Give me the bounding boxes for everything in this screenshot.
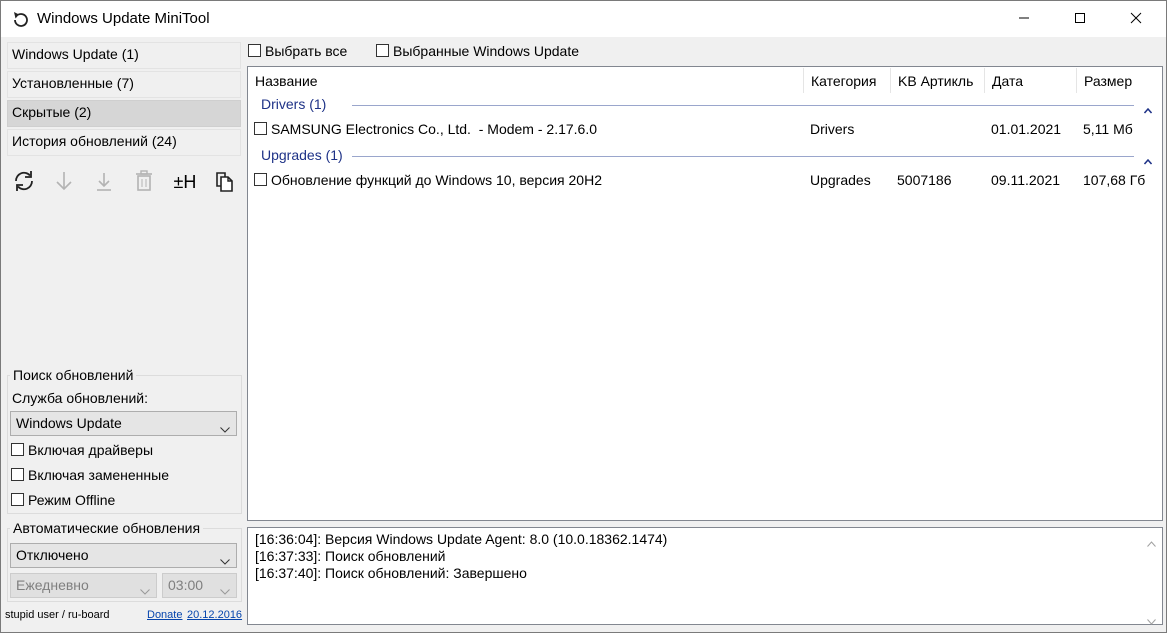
group-header-drivers[interactable]: Drivers (1) [261, 96, 326, 112]
author-text: stupid user / ru-board [5, 609, 110, 621]
service-select-value: Windows Update [16, 415, 122, 431]
minimize-button[interactable] [1001, 1, 1047, 37]
scroll-down-icon[interactable] [1147, 612, 1156, 628]
auto-mode-select[interactable]: Отключено [10, 543, 237, 568]
nav-hidden[interactable]: Скрытые (2) [7, 100, 241, 127]
chevron-down-icon [140, 582, 150, 598]
column-header-date[interactable]: Дата [985, 68, 1077, 93]
nav-installed[interactable]: Установленные (7) [7, 71, 241, 98]
checkbox-box [248, 44, 261, 57]
title-bar: Windows Update MiniTool [0, 0, 1167, 37]
column-header-label: Дата [992, 73, 1024, 89]
checkbox-box [11, 443, 24, 456]
checkbox-box [254, 122, 267, 135]
schedule-select[interactable]: Ежедневно [10, 573, 157, 598]
download-icon [52, 169, 76, 196]
nav-label: Скрытые (2) [12, 104, 92, 120]
auto-mode-value: Отключено [16, 547, 89, 563]
nav-history[interactable]: История обновлений (24) [7, 129, 241, 156]
select-all-label: Выбрать все [265, 43, 348, 59]
update-list[interactable]: Название Категория KB Артикль Дата Разме… [247, 66, 1163, 521]
include-drivers-checkbox[interactable]: Включая драйверы [11, 442, 153, 458]
close-button[interactable] [1113, 1, 1159, 37]
trash-icon [132, 169, 156, 196]
row-size: 5,11 Мб [1083, 121, 1133, 137]
hide-button[interactable]: ±H [171, 170, 199, 194]
time-select[interactable]: 03:00 [162, 573, 237, 598]
install-button[interactable] [92, 170, 116, 194]
log-line: [16:37:40]: Поиск обновлений: Завершено [255, 565, 527, 581]
chevron-up-icon[interactable] [1143, 152, 1153, 168]
group-header-upgrades[interactable]: Upgrades (1) [261, 147, 343, 163]
row-name: Обновление функций до Windows 10, версия… [271, 172, 602, 188]
maximize-icon [1074, 11, 1086, 27]
chevron-down-icon [220, 552, 230, 568]
offline-mode-label: Режим Offline [28, 492, 116, 508]
chevron-down-icon [220, 420, 230, 436]
donate-link[interactable]: Donate [147, 609, 182, 621]
schedule-value: Ежедневно [16, 577, 89, 593]
group-divider [352, 105, 1134, 106]
chevron-down-icon [220, 582, 230, 598]
install-icon [92, 169, 116, 196]
log-panel[interactable]: [16:36:04]: Версия Windows Update Agent:… [247, 527, 1163, 625]
select-all-checkbox[interactable]: Выбрать все [248, 43, 347, 59]
row-date: 01.01.2021 [991, 121, 1062, 137]
row-checkbox[interactable] [254, 172, 271, 188]
column-header-label: Название [255, 73, 318, 89]
row-date: 09.11.2021 [991, 172, 1061, 188]
column-header-label: KB Артикль [898, 73, 974, 89]
row-size: 107,68 Гб [1083, 172, 1146, 188]
row-category: Drivers [810, 121, 855, 137]
nav-label: Windows Update (1) [12, 46, 139, 62]
include-superseded-checkbox[interactable]: Включая замененные [11, 467, 169, 483]
checkbox-box [254, 173, 267, 186]
row-category: Upgrades [810, 172, 871, 188]
checkbox-box [11, 493, 24, 506]
row-checkbox[interactable] [254, 121, 271, 137]
refresh-icon [11, 10, 31, 30]
hide-icon: ±H [173, 171, 197, 192]
scroll-up-icon[interactable] [1147, 534, 1156, 550]
delete-button[interactable] [132, 169, 156, 196]
checkbox-box [11, 468, 24, 481]
column-header-size[interactable]: Размер [1077, 68, 1162, 93]
close-icon [1130, 11, 1142, 27]
service-select[interactable]: Windows Update [10, 411, 237, 436]
group-divider [352, 156, 1134, 157]
log-line: [16:36:04]: Версия Windows Update Agent:… [255, 531, 668, 547]
copy-icon [212, 169, 236, 196]
maximize-button[interactable] [1057, 1, 1103, 37]
include-superseded-label: Включая замененные [28, 467, 169, 483]
auto-group-title: Автоматические обновления [10, 520, 204, 536]
log-line: [16:37:33]: Поиск обновлений [255, 548, 446, 564]
selected-updates-checkbox[interactable]: Выбранные Windows Update [376, 43, 579, 59]
refresh-icon [12, 169, 36, 196]
column-header-category[interactable]: Категория [804, 68, 891, 93]
row-name: SAMSUNG Electronics Co., Ltd. - Modem - … [271, 121, 598, 137]
nav-label: История обновлений (24) [12, 133, 177, 149]
service-label: Служба обновлений: [12, 390, 148, 406]
column-header-name[interactable]: Название [248, 68, 804, 93]
refresh-button[interactable] [12, 170, 36, 194]
checkbox-box [376, 44, 389, 57]
nav-label: Установленные (7) [12, 75, 134, 91]
column-header-label: Категория [811, 73, 877, 89]
column-header-kb[interactable]: KB Артикль [891, 68, 985, 93]
date-link[interactable]: 20.12.2016 [187, 609, 242, 621]
include-drivers-label: Включая драйверы [28, 442, 154, 458]
nav-windows-update[interactable]: Windows Update (1) [7, 42, 241, 69]
window-title: Windows Update MiniTool [37, 10, 210, 27]
copy-button[interactable] [212, 170, 236, 194]
column-header-label: Размер [1084, 73, 1133, 89]
selected-updates-label: Выбранные Windows Update [393, 43, 580, 59]
download-button[interactable] [52, 170, 76, 194]
row-kb: 5007186 [897, 172, 952, 188]
minimize-icon [1018, 11, 1030, 27]
time-value: 03:00 [168, 577, 204, 593]
offline-mode-checkbox[interactable]: Режим Offline [11, 492, 115, 508]
chevron-up-icon[interactable] [1143, 101, 1153, 117]
search-group-title: Поиск обновлений [10, 367, 137, 383]
